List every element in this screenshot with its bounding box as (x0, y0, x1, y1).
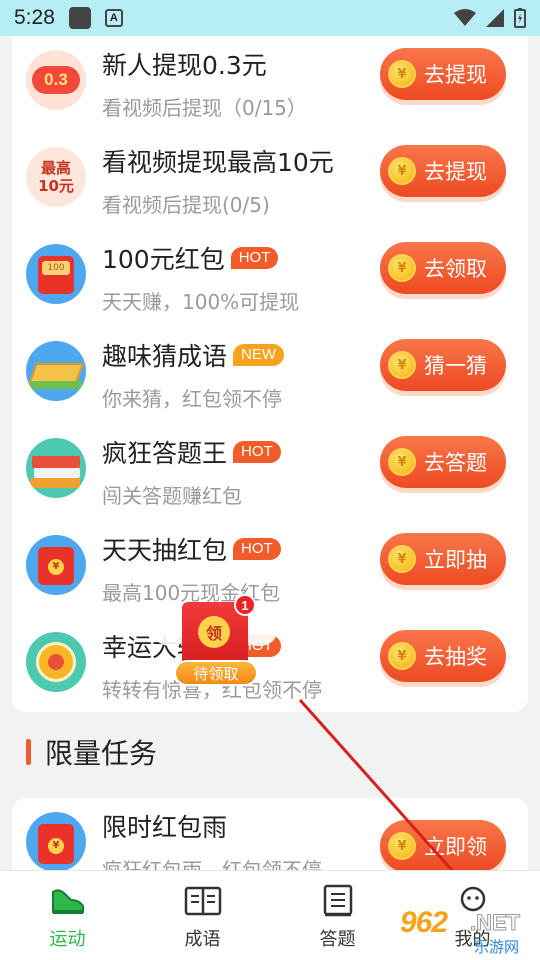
site-watermark-logo: 962 .NET 乐游网 (400, 906, 538, 958)
watermark-number: 962 (400, 906, 448, 939)
tab-label: 运动 (49, 929, 86, 950)
tab-sport[interactable]: 运动 (0, 871, 135, 960)
tab-label: 成语 (184, 929, 221, 950)
tab-label: 答题 (319, 929, 356, 950)
watermark-net: .NET (469, 910, 521, 936)
sneaker-icon (48, 883, 88, 919)
open-book-icon (183, 883, 223, 919)
tab-quiz[interactable]: 答题 (270, 871, 405, 960)
watermark-site-name: 乐游网 (474, 938, 520, 956)
annotation-arrow (298, 699, 470, 892)
tab-idiom[interactable]: 成语 (135, 871, 270, 960)
answer-book-icon (318, 883, 358, 919)
